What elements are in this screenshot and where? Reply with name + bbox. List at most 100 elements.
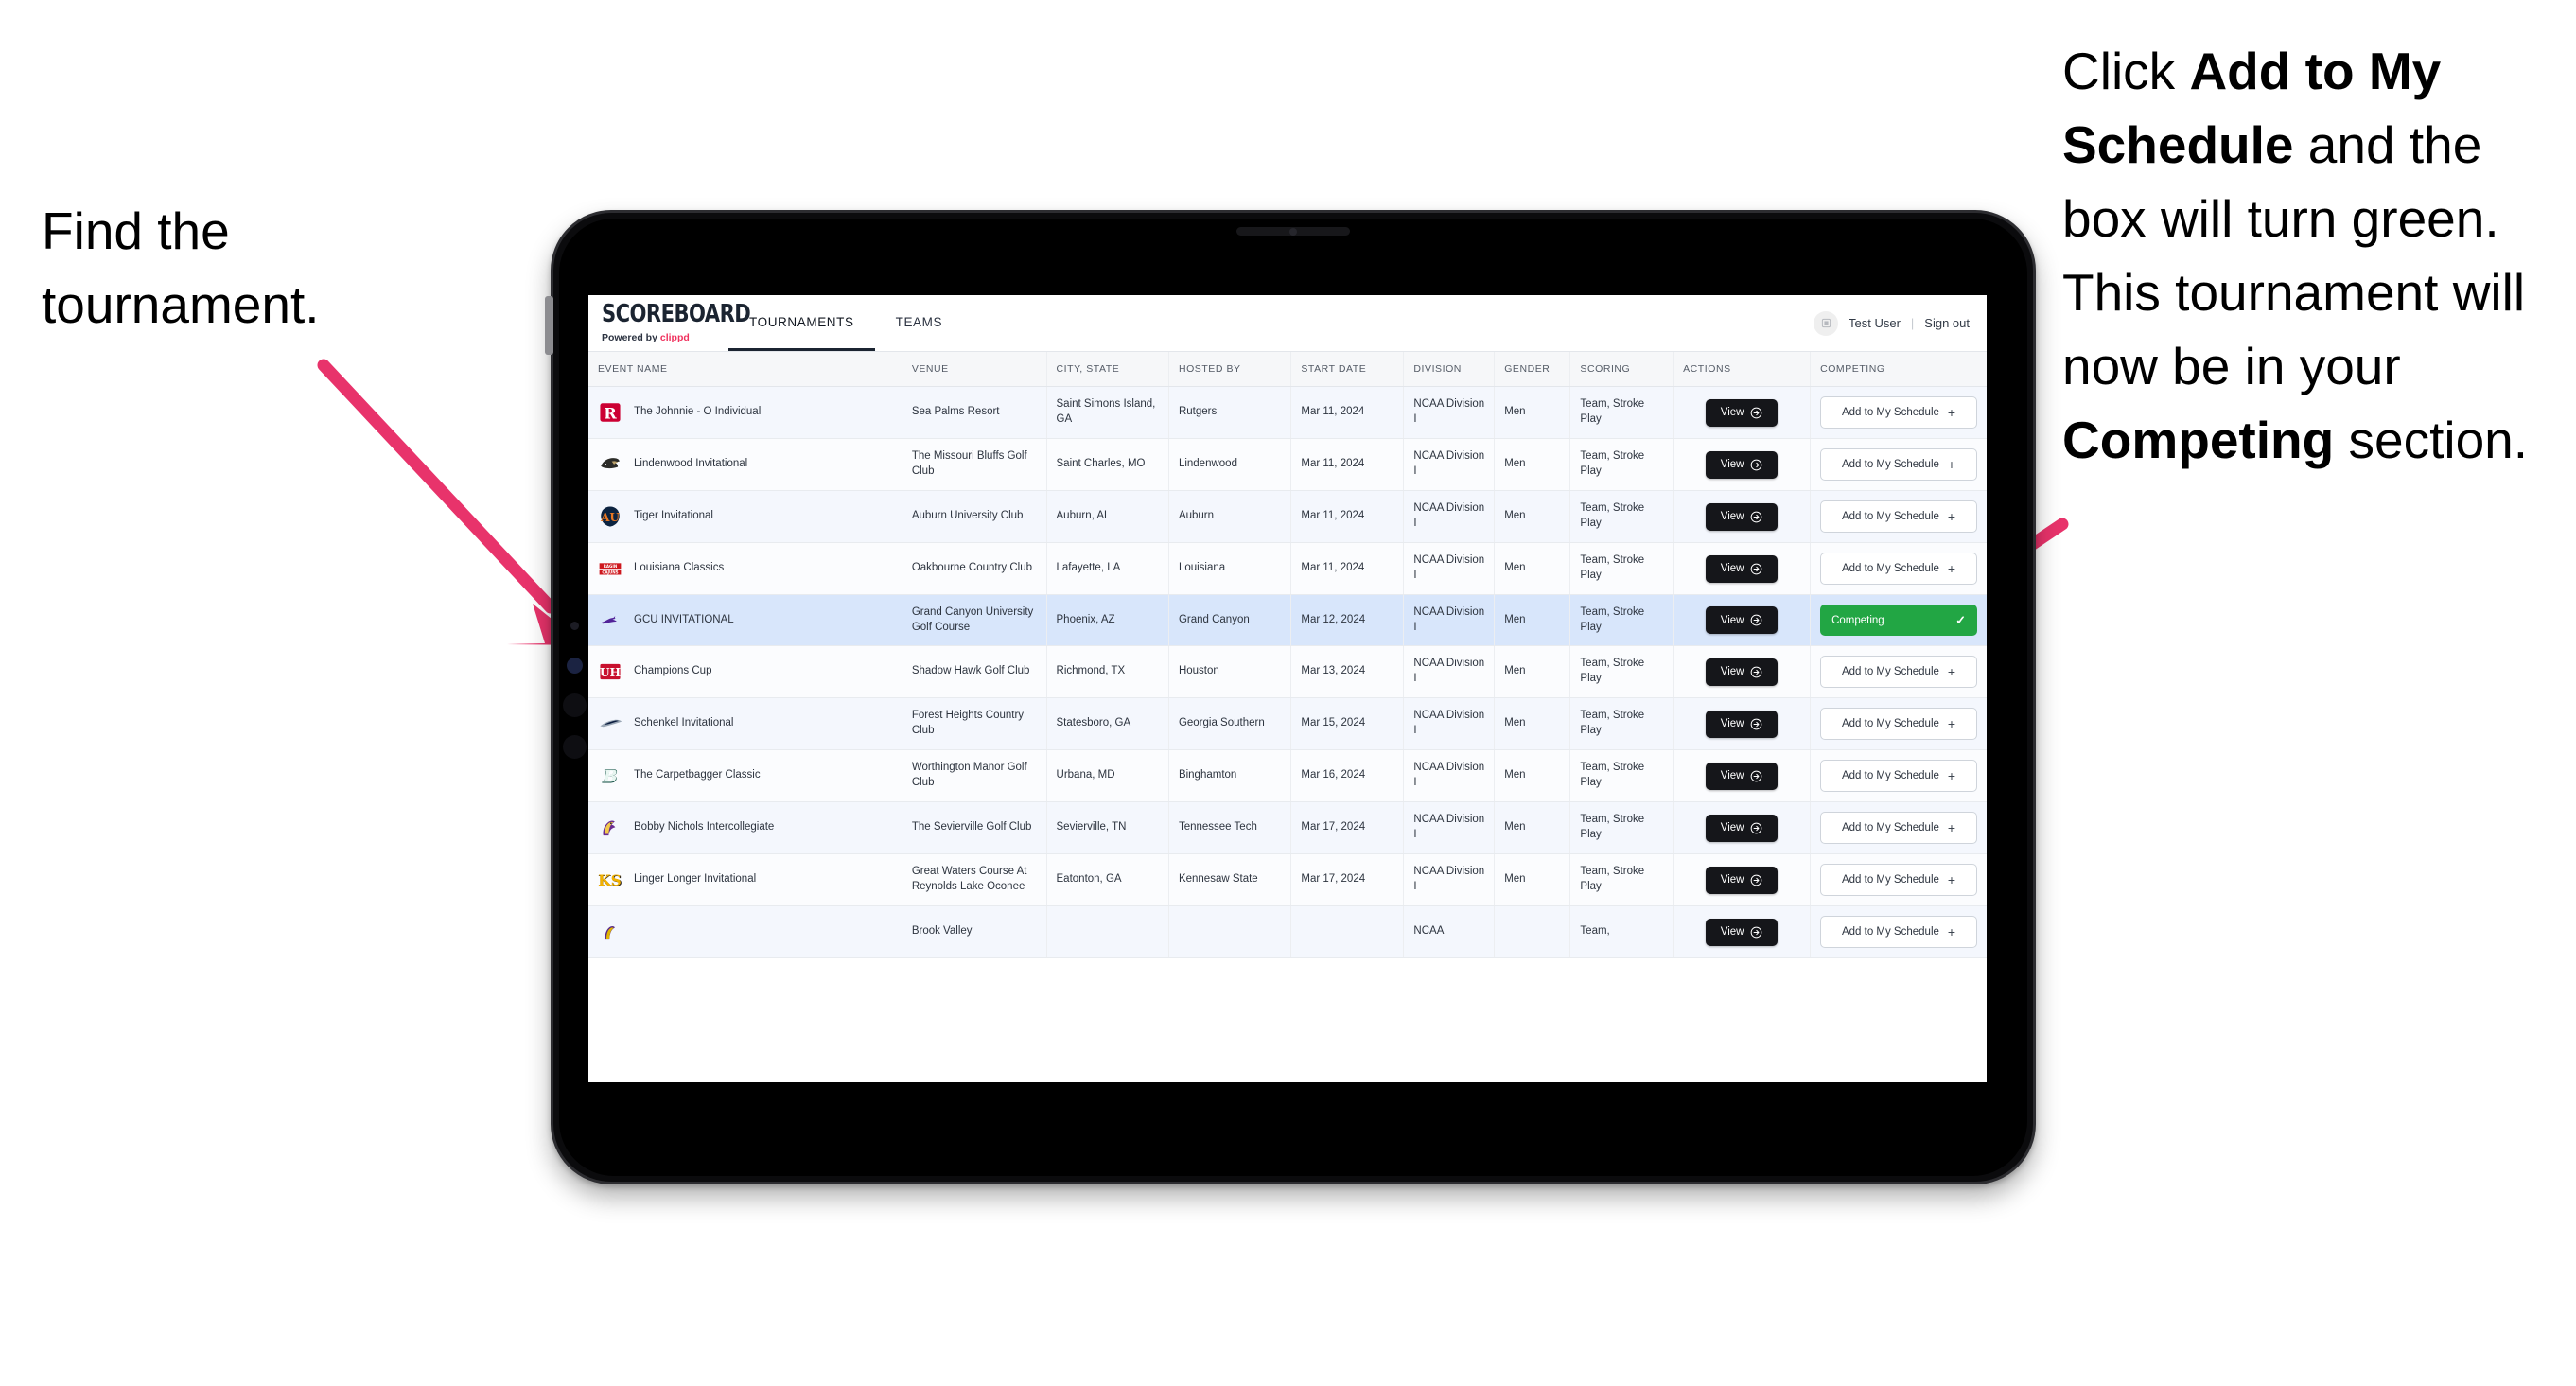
add-to-my-schedule-button[interactable]: Add to My Schedule +: [1820, 812, 1977, 844]
houston-uh-logo: UH: [598, 659, 622, 684]
cell-city-state: Urbana, MD: [1046, 749, 1169, 802]
add-to-my-schedule-button[interactable]: Add to My Schedule +: [1820, 656, 1977, 688]
volume-button[interactable]: [545, 296, 553, 355]
table-row[interactable]: Bobby Nichols Intercollegiate The Sevierv…: [588, 801, 1987, 854]
cell-scoring: Team, Stroke Play: [1569, 490, 1674, 543]
cell-scoring: Team, Stroke Play: [1569, 438, 1674, 491]
event-name-label: The Johnnie - O Individual: [634, 406, 762, 418]
add-to-my-schedule-button[interactable]: Add to My Schedule +: [1820, 708, 1977, 740]
add-to-my-schedule-button[interactable]: Add to My Schedule +: [1820, 500, 1977, 533]
plus-icon: +: [1947, 872, 1956, 887]
header-separator: |: [1910, 316, 1915, 330]
view-button[interactable]: View: [1705, 554, 1779, 583]
competing-button-label: Competing: [1831, 614, 1884, 626]
view-button[interactable]: View: [1705, 762, 1779, 790]
powered-by-prefix: Powered by: [602, 332, 660, 343]
table-row[interactable]: Lindenwood Invitational The Missouri Bluf…: [588, 438, 1987, 491]
view-button[interactable]: View: [1705, 450, 1779, 479]
add-to-my-schedule-button[interactable]: Add to My Schedule +: [1820, 553, 1977, 585]
cell-division: NCAA Division I: [1403, 853, 1496, 906]
brand-logo[interactable]: SCOREBOARD Powered by clippd: [588, 295, 751, 351]
cell-gender: Men: [1494, 697, 1571, 750]
view-button[interactable]: View: [1705, 866, 1779, 894]
cell-hosted-by: Houston: [1168, 645, 1292, 698]
east-carolina-pirate-logo: [598, 920, 622, 944]
plus-icon: +: [1947, 716, 1956, 731]
lindenwood-lion-logo: [598, 452, 622, 477]
kennesaw-state-ks-logo: KS KS: [598, 868, 622, 892]
col-header-hosted-by[interactable]: HOSTED BY: [1168, 352, 1292, 387]
arrow-right-circle-icon: [1751, 614, 1762, 626]
table-row[interactable]: Brook Valley NCAA Team, View Add to My Sched…: [588, 905, 1987, 958]
col-header-start-date[interactable]: START DATE: [1290, 352, 1405, 387]
user-badge-icon[interactable]: [1814, 310, 1838, 336]
camera-dot-icon: [1289, 228, 1297, 236]
view-button[interactable]: View: [1705, 710, 1779, 738]
cell-start-date: Mar 17, 2024: [1290, 801, 1405, 854]
competing-button[interactable]: Competing ✓: [1820, 605, 1977, 636]
view-button[interactable]: View: [1705, 814, 1779, 842]
view-button[interactable]: View: [1705, 658, 1779, 686]
arrow-right-circle-icon: [1751, 563, 1762, 574]
col-header-scoring[interactable]: SCORING: [1569, 352, 1674, 387]
col-header-venue[interactable]: VENUE: [902, 352, 1047, 387]
cell-gender: Men: [1494, 386, 1571, 439]
col-header-gender[interactable]: GENDER: [1494, 352, 1571, 387]
cell-event-name: RAGIN CAJUNS Louisiana Classics: [588, 542, 902, 595]
cell-gender: Men: [1494, 853, 1571, 906]
view-button[interactable]: View: [1705, 918, 1779, 946]
cell-competing: Add to My Schedule +: [1810, 801, 1987, 854]
add-to-my-schedule-button[interactable]: Add to My Schedule +: [1820, 864, 1977, 896]
col-header-event-name[interactable]: EVENT NAME: [588, 352, 902, 387]
table-row[interactable]: GCU INVITATIONAL Grand Canyon University …: [588, 594, 1987, 646]
check-icon: ✓: [1955, 613, 1966, 627]
app-screen: SCOREBOARD Powered by clippd TOURNAMENTS…: [588, 295, 1987, 1082]
cell-actions: View: [1673, 594, 1812, 646]
add-to-my-schedule-label: Add to My Schedule: [1841, 874, 1939, 886]
cell-competing: Add to My Schedule +: [1810, 749, 1987, 802]
table-row[interactable]: AU Tiger Invitational Auburn University Cl…: [588, 490, 1987, 543]
cell-actions: View: [1673, 645, 1812, 698]
brand-title: SCOREBOARD: [602, 300, 751, 329]
tab-teams[interactable]: TEAMS: [875, 295, 964, 351]
table-row[interactable]: KS KS Linger Longer Invitational Great Wate…: [588, 853, 1987, 906]
cell-event-name: Bobby Nichols Intercollegiate: [588, 801, 902, 854]
cell-event-name: AU Tiger Invitational: [588, 490, 902, 543]
device-dot-4-icon: [563, 735, 587, 759]
add-to-my-schedule-button[interactable]: Add to My Schedule +: [1820, 396, 1977, 429]
cell-city-state: Lafayette, LA: [1046, 542, 1169, 595]
add-to-my-schedule-button[interactable]: Add to My Schedule +: [1820, 916, 1977, 948]
cell-event-name: Schenkel Invitational: [588, 697, 902, 750]
table-row[interactable]: UH Champions Cup Shadow Hawk Golf Club Rich…: [588, 645, 1987, 698]
cell-competing: Add to My Schedule +: [1810, 438, 1987, 491]
view-button[interactable]: View: [1705, 502, 1779, 531]
cell-event-name: B B The Carpetbagger Classic: [588, 749, 902, 802]
table-body: R The Johnnie - O Individual Sea Palms Res…: [588, 386, 1987, 958]
cell-event-name: [588, 905, 902, 958]
cell-venue: Brook Valley: [902, 905, 1047, 958]
add-to-my-schedule-button[interactable]: Add to My Schedule +: [1820, 760, 1977, 792]
view-button-label: View: [1720, 926, 1744, 938]
georgia-southern-eagle-logo: [598, 711, 622, 736]
main-nav: TOURNAMENTS TEAMS: [728, 295, 963, 351]
col-header-division[interactable]: DIVISION: [1403, 352, 1496, 387]
table-row[interactable]: RAGIN CAJUNS Louisiana Classics Oakbourne C…: [588, 542, 1987, 595]
view-button-label: View: [1720, 874, 1744, 886]
sign-out-link[interactable]: Sign out: [1924, 316, 1970, 330]
cell-venue: The Sevierville Golf Club: [902, 801, 1047, 854]
col-header-city-state[interactable]: CITY, STATE: [1046, 352, 1169, 387]
page-root: Find the tournament. Click Add to My Sch…: [0, 0, 2576, 1386]
rutgers-r-logo: R: [598, 400, 622, 425]
table-row[interactable]: R The Johnnie - O Individual Sea Palms Res…: [588, 386, 1987, 439]
cell-start-date: Mar 11, 2024: [1290, 438, 1405, 491]
table-row[interactable]: B B The Carpetbagger Classic Worthington Ma…: [588, 749, 1987, 802]
view-button[interactable]: View: [1705, 398, 1779, 427]
add-to-my-schedule-label: Add to My Schedule: [1841, 718, 1939, 729]
cell-event-name: KS KS Linger Longer Invitational: [588, 853, 902, 906]
cell-hosted-by: Binghamton: [1168, 749, 1292, 802]
header-user-area: Test User | Sign out: [1814, 295, 1987, 351]
cell-actions: View: [1673, 490, 1812, 543]
table-row[interactable]: Schenkel Invitational Forest Heights Coun…: [588, 697, 1987, 750]
view-button[interactable]: View: [1705, 606, 1779, 634]
add-to-my-schedule-button[interactable]: Add to My Schedule +: [1820, 448, 1977, 481]
